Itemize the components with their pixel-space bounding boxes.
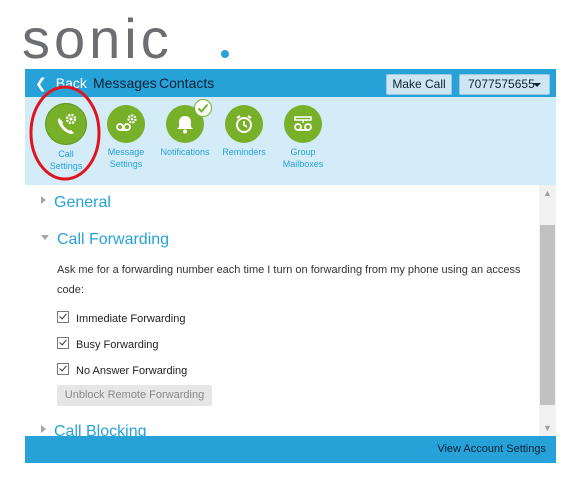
vertical-scrollbar[interactable]: ▲ ▼ xyxy=(539,185,556,436)
no-answer-forwarding-label: No Answer Forwarding xyxy=(76,365,188,377)
settings-content: General Call Forwarding Ask me for a for… xyxy=(25,185,539,436)
app-window: ❮ Back Messages Contacts Make Call 707757… xyxy=(25,69,556,463)
call-forwarding-title: Call Forwarding xyxy=(57,231,170,248)
call-blocking-title: Call Blocking xyxy=(54,423,147,436)
contacts-link[interactable]: Contacts xyxy=(159,75,214,91)
group-mailboxes-button[interactable]: Group Mailboxes xyxy=(273,105,333,170)
message-settings-label-2: Settings xyxy=(109,159,143,169)
no-answer-forwarding-checkbox[interactable]: No Answer Forwarding xyxy=(57,363,187,377)
check-badge-icon xyxy=(194,99,212,117)
collapse-arrow-icon xyxy=(41,235,49,240)
busy-forwarding-label: Busy Forwarding xyxy=(76,339,159,351)
forwarding-description: Ask me for a forwarding number each time… xyxy=(57,264,521,296)
scrollbar-thumb[interactable] xyxy=(540,225,555,405)
logo-text: sonic xyxy=(22,7,173,66)
group-mailboxes-label-1: Group xyxy=(290,147,316,157)
phone-number: 7077575655 xyxy=(468,77,535,91)
view-account-settings-link[interactable]: View Account Settings xyxy=(437,443,546,455)
notifications-button[interactable]: Notifications xyxy=(155,99,215,158)
sonic-logo: sonic xyxy=(22,7,229,66)
message-settings-label-1: Message xyxy=(107,147,145,157)
logo-dot xyxy=(221,50,229,58)
alarm-clock-icon xyxy=(225,105,263,143)
unblock-remote-forwarding-button[interactable]: Unblock Remote Forwarding xyxy=(57,385,212,406)
red-highlight-circle xyxy=(29,85,101,181)
voicemail-gear-icon xyxy=(107,105,145,143)
expand-arrow-icon xyxy=(41,425,46,433)
scroll-down-arrow-icon[interactable]: ▼ xyxy=(539,420,556,436)
messages-link[interactable]: Messages xyxy=(93,75,157,91)
call-forwarding-section-header[interactable]: Call Forwarding xyxy=(41,231,169,249)
general-section-header[interactable]: General xyxy=(41,194,111,212)
footer-bar: View Account Settings xyxy=(25,436,556,463)
make-call-button[interactable]: Make Call xyxy=(386,74,452,95)
reminders-label: Reminders xyxy=(222,147,266,157)
call-blocking-section-header[interactable]: Call Blocking xyxy=(41,423,146,436)
expand-arrow-icon xyxy=(41,196,46,204)
reminders-button[interactable]: Reminders xyxy=(214,105,274,158)
busy-forwarding-checkbox[interactable]: Busy Forwarding xyxy=(57,337,159,351)
bell-icon xyxy=(166,99,212,143)
checkbox-checked-icon[interactable] xyxy=(57,311,69,323)
message-settings-button[interactable]: Message Settings xyxy=(96,105,156,170)
scroll-up-arrow-icon[interactable]: ▲ xyxy=(539,185,556,201)
caret-down-icon xyxy=(533,83,541,87)
group-voicemail-icon xyxy=(284,105,322,143)
immediate-forwarding-label: Immediate Forwarding xyxy=(76,313,186,325)
general-title: General xyxy=(54,194,111,211)
top-nav-bar: ❮ Back Messages Contacts Make Call 707757… xyxy=(25,69,556,97)
phone-number-dropdown[interactable]: 7077575655 xyxy=(459,74,550,95)
notifications-label: Notifications xyxy=(160,147,210,157)
checkbox-checked-icon[interactable] xyxy=(57,363,69,375)
settings-toolbar: Call Settings Message Settings Notificat… xyxy=(25,97,556,185)
checkbox-checked-icon[interactable] xyxy=(57,337,69,349)
immediate-forwarding-checkbox[interactable]: Immediate Forwarding xyxy=(57,311,185,325)
group-mailboxes-label-2: Mailboxes xyxy=(282,159,324,169)
